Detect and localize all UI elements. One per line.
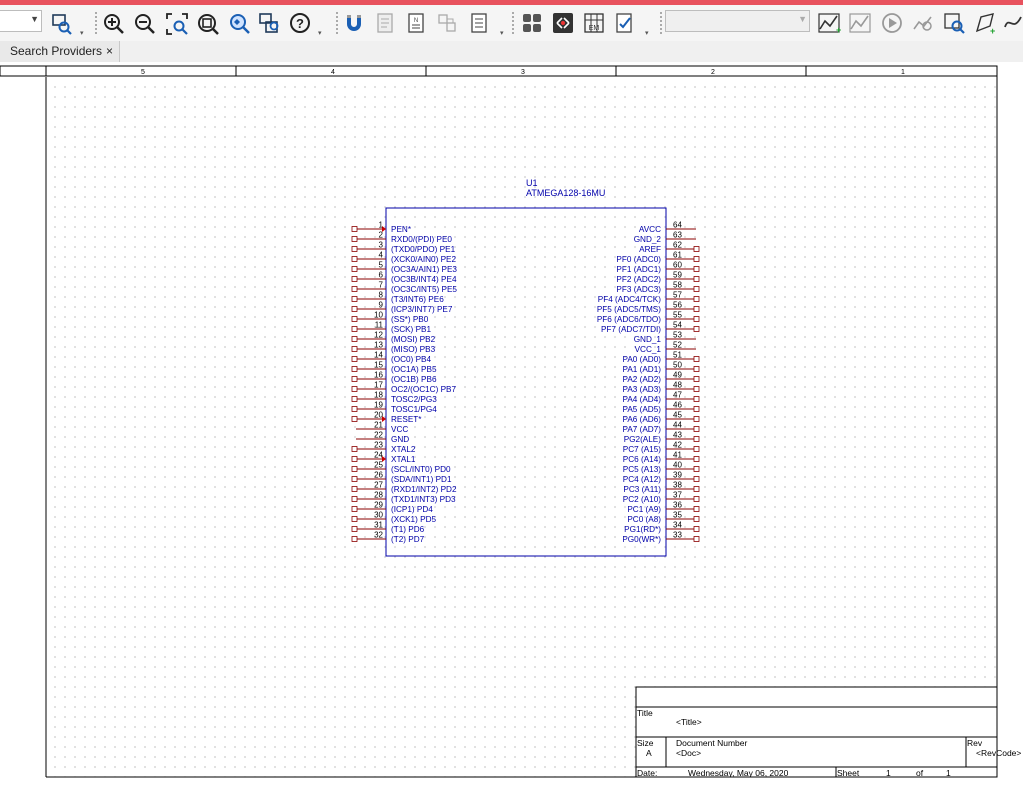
svg-text:+: +	[990, 26, 995, 35]
simulation-profile-combo[interactable]: ▼	[665, 10, 810, 32]
bom-icon[interactable]	[466, 10, 492, 36]
probe-icon[interactable]	[941, 10, 967, 36]
toolbar-separator	[95, 12, 98, 34]
voltage-marker-icon[interactable]	[1000, 10, 1023, 36]
zoom-fit-icon[interactable]	[194, 10, 220, 36]
zoom-in-icon[interactable]	[100, 10, 126, 36]
view-results-icon[interactable]	[910, 10, 936, 36]
schematic-grid	[46, 78, 997, 777]
chevron-down-icon[interactable]: ▼	[30, 14, 39, 24]
netlist-icon[interactable]: N	[403, 10, 429, 36]
main-toolbar: ▼ ? N EM + + ▾ ▾ ▾ ▾ ▼	[0, 5, 1023, 42]
part-properties-icon[interactable]	[372, 10, 398, 36]
magnet-icon[interactable]	[341, 10, 367, 36]
toolbar-dropdown-icon[interactable]: ▾	[80, 29, 84, 37]
svg-text:EM: EM	[589, 25, 600, 32]
zoom-all-icon[interactable]	[256, 10, 282, 36]
run-icon[interactable]	[879, 10, 905, 36]
svg-text:?: ?	[296, 16, 304, 31]
svg-text:+: +	[836, 25, 841, 35]
toolbar-dropdown-icon[interactable]: ▾	[500, 29, 504, 37]
toolbar-combo-left[interactable]: ▼	[0, 10, 42, 32]
toolbar-separator	[660, 12, 663, 34]
edit-profile-icon[interactable]	[847, 10, 873, 36]
tab-search-providers[interactable]: Search Providers ×	[0, 41, 120, 62]
drc-icon[interactable]	[550, 10, 576, 36]
marker-icon[interactable]: +	[972, 10, 998, 36]
component-grid-icon[interactable]	[519, 10, 545, 36]
help-icon[interactable]: ?	[287, 10, 313, 36]
svg-text:N: N	[414, 18, 418, 24]
em-grid-icon[interactable]: EM	[581, 10, 607, 36]
toolbar-separator	[336, 12, 339, 34]
annotate-icon[interactable]	[434, 10, 460, 36]
simulate-profile-icon[interactable]: +	[816, 10, 842, 36]
zoom-out-icon[interactable]	[131, 10, 157, 36]
tab-bar: Search Providers ×	[0, 41, 1023, 63]
toolbar-dropdown-icon[interactable]: ▾	[645, 29, 649, 37]
zoom-selection-icon[interactable]	[226, 10, 252, 36]
zoom-area-icon[interactable]	[163, 10, 189, 36]
tab-label: Search Providers	[10, 44, 103, 58]
toolbar-dropdown-icon[interactable]: ▾	[318, 29, 322, 37]
checklist-icon[interactable]	[612, 10, 638, 36]
toolbar-separator	[512, 12, 515, 34]
chevron-down-icon[interactable]: ▼	[798, 14, 807, 24]
close-icon[interactable]: ×	[106, 41, 113, 62]
find-icon[interactable]	[48, 10, 74, 36]
